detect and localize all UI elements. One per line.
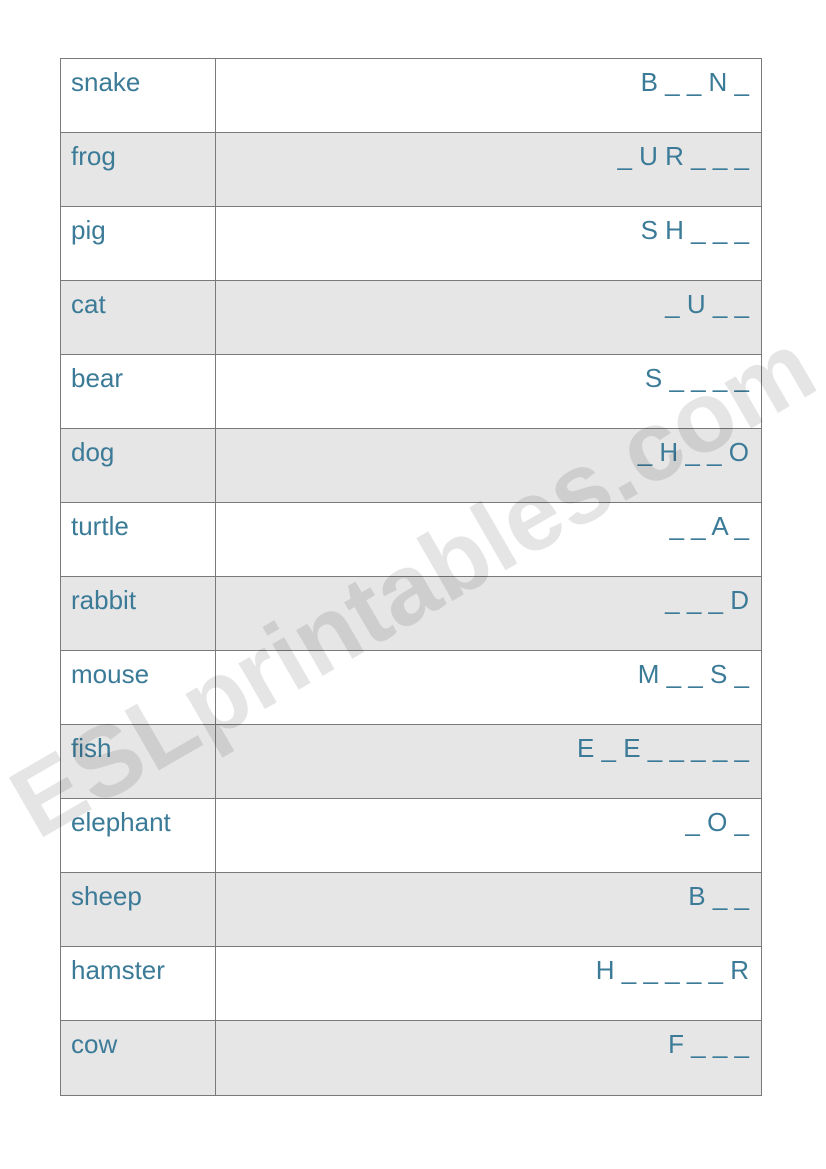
table-row: turtle _ _ A _ bbox=[61, 503, 761, 577]
blank-cell[interactable]: _ _ A _ bbox=[216, 503, 761, 576]
table-row: hamster H _ _ _ _ _ R bbox=[61, 947, 761, 1021]
word-cell: cow bbox=[61, 1021, 216, 1095]
blank-cell[interactable]: _ H _ _ O bbox=[216, 429, 761, 502]
matching-table: snake B _ _ N _ frog _ U R _ _ _ pig S H… bbox=[60, 58, 762, 1096]
word-cell: dog bbox=[61, 429, 216, 502]
table-row: snake B _ _ N _ bbox=[61, 59, 761, 133]
blank-cell[interactable]: M _ _ S _ bbox=[216, 651, 761, 724]
word-cell: sheep bbox=[61, 873, 216, 946]
blank-cell[interactable]: S H _ _ _ bbox=[216, 207, 761, 280]
blank-cell[interactable]: _ _ _ D bbox=[216, 577, 761, 650]
table-row: frog _ U R _ _ _ bbox=[61, 133, 761, 207]
word-cell: pig bbox=[61, 207, 216, 280]
word-cell: turtle bbox=[61, 503, 216, 576]
word-cell: rabbit bbox=[61, 577, 216, 650]
word-cell: frog bbox=[61, 133, 216, 206]
word-cell: cat bbox=[61, 281, 216, 354]
word-cell: bear bbox=[61, 355, 216, 428]
table-row: elephant _ O _ bbox=[61, 799, 761, 873]
table-row: cow F _ _ _ bbox=[61, 1021, 761, 1095]
table-row: dog _ H _ _ O bbox=[61, 429, 761, 503]
table-row: cat _ U _ _ bbox=[61, 281, 761, 355]
blank-cell[interactable]: F _ _ _ bbox=[216, 1021, 761, 1095]
worksheet-page: snake B _ _ N _ frog _ U R _ _ _ pig S H… bbox=[0, 0, 826, 1169]
word-cell: hamster bbox=[61, 947, 216, 1020]
table-row: fish E _ E _ _ _ _ _ bbox=[61, 725, 761, 799]
table-row: sheep B _ _ bbox=[61, 873, 761, 947]
blank-cell[interactable]: _ U _ _ bbox=[216, 281, 761, 354]
word-cell: elephant bbox=[61, 799, 216, 872]
blank-cell[interactable]: H _ _ _ _ _ R bbox=[216, 947, 761, 1020]
word-cell: fish bbox=[61, 725, 216, 798]
blank-cell[interactable]: B _ _ bbox=[216, 873, 761, 946]
blank-cell[interactable]: _ U R _ _ _ bbox=[216, 133, 761, 206]
table-row: pig S H _ _ _ bbox=[61, 207, 761, 281]
table-row: rabbit _ _ _ D bbox=[61, 577, 761, 651]
blank-cell[interactable]: _ O _ bbox=[216, 799, 761, 872]
blank-cell[interactable]: S _ _ _ _ bbox=[216, 355, 761, 428]
table-row: mouse M _ _ S _ bbox=[61, 651, 761, 725]
word-cell: snake bbox=[61, 59, 216, 132]
word-cell: mouse bbox=[61, 651, 216, 724]
table-row: bear S _ _ _ _ bbox=[61, 355, 761, 429]
blank-cell[interactable]: B _ _ N _ bbox=[216, 59, 761, 132]
blank-cell[interactable]: E _ E _ _ _ _ _ bbox=[216, 725, 761, 798]
